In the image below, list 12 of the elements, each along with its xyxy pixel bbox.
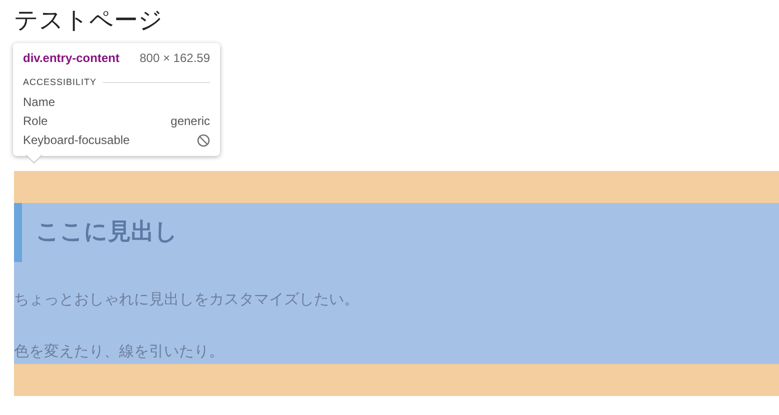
page-title: テストページ bbox=[13, 5, 164, 35]
property-label: Name bbox=[23, 94, 56, 111]
paragraph: 色を変えたり、線を引いたり。 bbox=[14, 341, 225, 362]
not-allowed-icon bbox=[197, 134, 210, 147]
paragraph: ちょっとおしゃれに見出しをカスタマイズしたい。 bbox=[14, 289, 360, 310]
property-label: Keyboard-focusable bbox=[23, 132, 130, 149]
property-value: generic bbox=[170, 113, 210, 130]
property-label: Role bbox=[23, 113, 48, 130]
section-heading: ここに見出し bbox=[14, 203, 779, 262]
section-label: ACCESSIBILITY bbox=[23, 77, 97, 87]
element-size: 800 × 162.59 bbox=[140, 51, 210, 65]
element-selector: div.entry-content bbox=[23, 51, 120, 65]
